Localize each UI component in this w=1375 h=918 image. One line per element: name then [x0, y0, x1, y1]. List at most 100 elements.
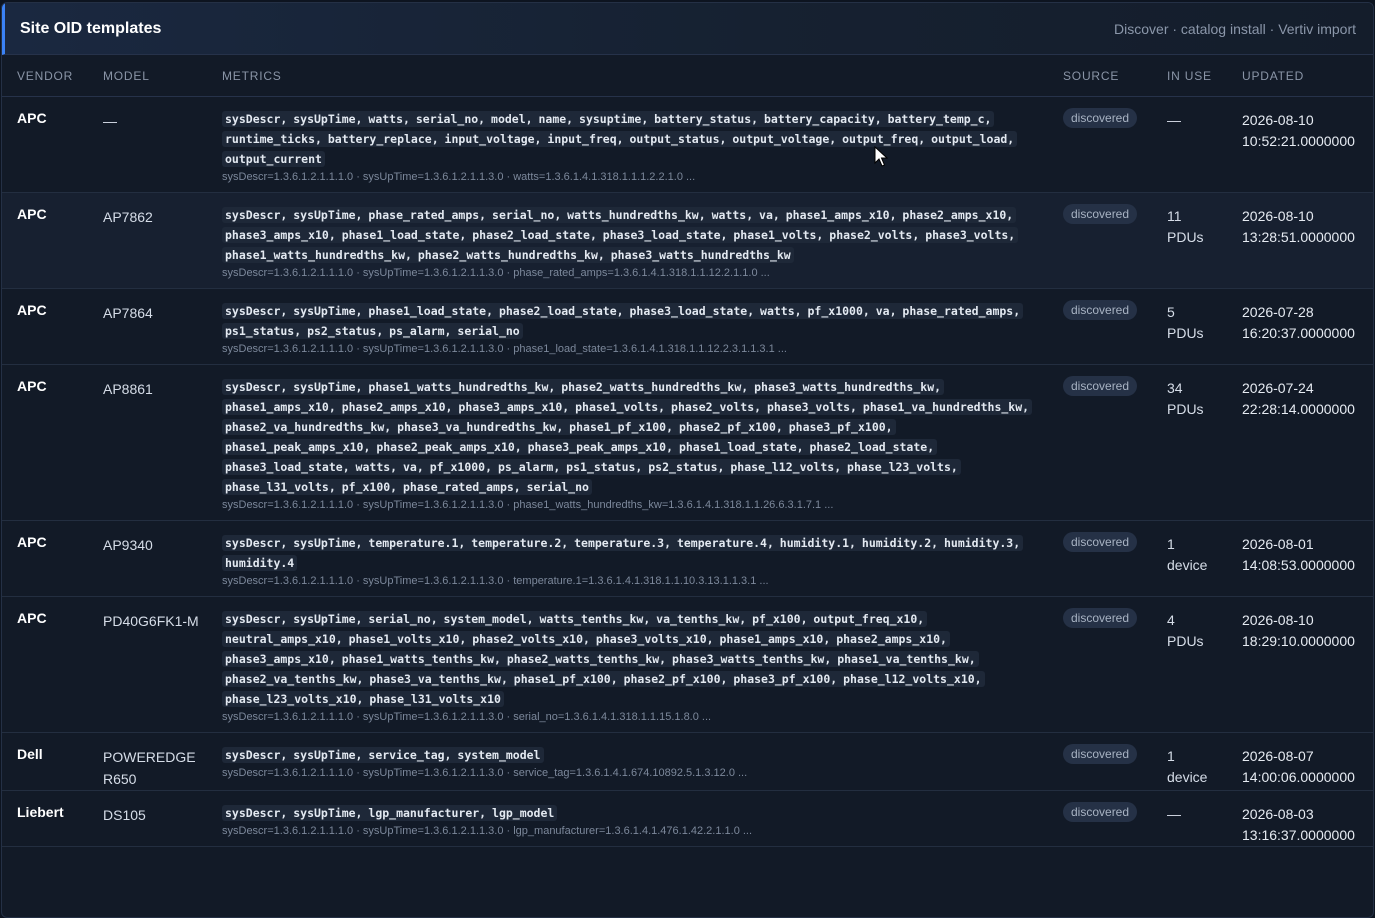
updated-cell: 2026-08-10 10:52:21.0000000	[1242, 97, 1373, 193]
updated-cell: 2026-08-01 14:08:53.0000000	[1242, 521, 1373, 597]
source-cell: discovered	[1063, 289, 1167, 365]
vendor-cell: APC	[17, 534, 47, 550]
metrics-list: sysDescr, sysUpTime, service_tag, system…	[222, 745, 1043, 765]
source-cell: discovered	[1063, 597, 1167, 733]
metrics-cell: sysDescr, sysUpTime, watts, serial_no, m…	[222, 97, 1063, 193]
updated-date: 2026-08-03	[1242, 806, 1314, 822]
panel-title: Site OID templates	[20, 19, 162, 37]
metrics-cell: sysDescr, sysUpTime, phase_rated_amps, s…	[222, 193, 1063, 289]
in-use-cell: —	[1167, 791, 1242, 847]
model-cell: AP7862	[103, 209, 153, 225]
vendor-cell: APC	[17, 206, 47, 222]
in-use-unit: PDUs	[1167, 229, 1204, 245]
in-use-count: 34	[1167, 380, 1183, 396]
source-cell: discovered	[1063, 733, 1167, 791]
column-header-in-use[interactable]: IN USE	[1167, 55, 1242, 97]
oid-templates-table: VENDOR MODEL METRICS SOURCE IN USE UPDAT…	[2, 55, 1373, 847]
table-row[interactable]: APC AP7862 sysDescr, sysUpTime, phase_rate…	[2, 192, 1373, 289]
oid-summary: sysDescr=1.3.6.1.2.1.1.1.0 · sysUpTime=1…	[222, 767, 748, 779]
source-cell: discovered	[1063, 791, 1167, 847]
updated-time: 16:20:37.0000000	[1242, 325, 1355, 341]
metrics-code: sysDescr, sysUpTime, phase1_watts_hundre…	[222, 379, 1033, 495]
table-row[interactable]: APC AP8861 sysDescr, sysUpTime, phase1_wat…	[2, 365, 1373, 521]
source-badge: discovered	[1063, 108, 1138, 128]
updated-cell: 2026-07-28 16:20:37.0000000	[1242, 289, 1373, 365]
in-use-cell: —	[1167, 97, 1242, 193]
metrics-list: sysDescr, sysUpTime, phase1_load_state, …	[222, 301, 1043, 341]
source-badge: discovered	[1063, 802, 1138, 822]
in-use-cell: 1 device	[1167, 521, 1242, 597]
updated-cell: 2026-08-10 18:29:10.0000000	[1242, 597, 1373, 733]
updated-time: 22:28:14.0000000	[1242, 401, 1355, 417]
in-use-cell: 4 PDUs	[1167, 597, 1242, 733]
table-header-row: VENDOR MODEL METRICS SOURCE IN USE UPDAT…	[2, 55, 1373, 97]
source-cell: discovered	[1063, 97, 1167, 193]
in-use-cell: 5 PDUs	[1167, 289, 1242, 365]
table-row[interactable]: APC PD40G6FK1-M sysDescr, sysUpTime, seria…	[2, 597, 1373, 733]
source-badge: discovered	[1063, 532, 1138, 552]
column-header-source[interactable]: SOURCE	[1063, 55, 1167, 97]
updated-time: 14:00:06.0000000	[1242, 769, 1355, 785]
metrics-list: sysDescr, sysUpTime, phase1_watts_hundre…	[222, 377, 1043, 497]
updated-date: 2026-07-28	[1242, 304, 1314, 320]
source-badge: discovered	[1063, 744, 1138, 764]
model-cell: DS105	[103, 807, 146, 823]
oid-summary: sysDescr=1.3.6.1.2.1.1.1.0 · sysUpTime=1…	[222, 499, 834, 511]
in-use-cell: 1 device	[1167, 733, 1242, 791]
updated-date: 2026-08-10	[1242, 208, 1314, 224]
in-use-count: —	[1167, 806, 1181, 822]
metrics-cell: sysDescr, sysUpTime, temperature.1, temp…	[222, 521, 1063, 597]
metrics-code: sysDescr, sysUpTime, lgp_manufacturer, l…	[222, 805, 558, 821]
updated-date: 2026-07-24	[1242, 380, 1314, 396]
vendor-cell: APC	[17, 110, 47, 126]
source-cell: discovered	[1063, 521, 1167, 597]
metrics-code: sysDescr, sysUpTime, watts, serial_no, m…	[222, 111, 1018, 167]
source-badge: discovered	[1063, 204, 1138, 224]
updated-date: 2026-08-10	[1242, 112, 1314, 128]
metrics-list: sysDescr, sysUpTime, serial_no, system_m…	[222, 609, 1043, 709]
table-row[interactable]: APC AP9340 sysDescr, sysUpTime, temperatur…	[2, 521, 1373, 597]
metrics-code: sysDescr, sysUpTime, phase1_load_state, …	[222, 303, 1024, 339]
metrics-code: sysDescr, sysUpTime, service_tag, system…	[222, 747, 544, 763]
model-cell: —	[103, 113, 117, 129]
metrics-list: sysDescr, sysUpTime, lgp_manufacturer, l…	[222, 803, 1043, 823]
table-row[interactable]: Liebert DS105 sysDescr, sysUpTime, lgp_man…	[2, 791, 1373, 847]
vendor-cell: APC	[17, 302, 47, 318]
in-use-unit: device	[1167, 769, 1208, 785]
updated-time: 14:08:53.0000000	[1242, 557, 1355, 573]
oid-summary: sysDescr=1.3.6.1.2.1.1.1.0 · sysUpTime=1…	[222, 825, 753, 837]
model-cell: PD40G6FK1-M	[103, 613, 199, 629]
source-cell: discovered	[1063, 365, 1167, 521]
source-badge: discovered	[1063, 608, 1138, 628]
table-row[interactable]: APC — sysDescr, sysUpTime, watts, serial_n…	[2, 97, 1373, 193]
in-use-count: —	[1167, 112, 1181, 128]
updated-time: 10:52:21.0000000	[1242, 133, 1355, 149]
updated-time: 13:28:51.0000000	[1242, 229, 1355, 245]
vendor-cell: APC	[17, 378, 47, 394]
column-header-model[interactable]: MODEL	[103, 55, 222, 97]
mouse-cursor-icon	[874, 146, 888, 167]
updated-date: 2026-08-01	[1242, 536, 1314, 552]
table-row[interactable]: APC AP7864 sysDescr, sysUpTime, phase1_loa…	[2, 289, 1373, 365]
in-use-cell: 34 PDUs	[1167, 365, 1242, 521]
metrics-list: sysDescr, sysUpTime, watts, serial_no, m…	[222, 109, 1043, 169]
metrics-cell: sysDescr, sysUpTime, serial_no, system_m…	[222, 597, 1063, 733]
vendor-cell: APC	[17, 610, 47, 626]
metrics-list: sysDescr, sysUpTime, temperature.1, temp…	[222, 533, 1043, 573]
column-header-metrics[interactable]: METRICS	[222, 55, 1063, 97]
source-badge: discovered	[1063, 300, 1138, 320]
in-use-count: 1	[1167, 536, 1175, 552]
updated-cell: 2026-08-03 13:16:37.0000000	[1242, 791, 1373, 847]
updated-cell: 2026-08-10 13:28:51.0000000	[1242, 193, 1373, 289]
oid-summary: sysDescr=1.3.6.1.2.1.1.1.0 · sysUpTime=1…	[222, 343, 787, 355]
source-badge: discovered	[1063, 376, 1138, 396]
model-cell: POWEREDGE R650	[103, 749, 196, 787]
table-row[interactable]: Dell POWEREDGE R650 sysDescr, sysUpTime, s…	[2, 733, 1373, 791]
column-header-updated[interactable]: UPDATED	[1242, 55, 1373, 97]
in-use-unit: device	[1167, 557, 1208, 573]
updated-time: 13:16:37.0000000	[1242, 827, 1355, 843]
oid-summary: sysDescr=1.3.6.1.2.1.1.1.0 · sysUpTime=1…	[222, 711, 712, 723]
oid-summary: sysDescr=1.3.6.1.2.1.1.1.0 · sysUpTime=1…	[222, 171, 696, 183]
updated-cell: 2026-08-07 14:00:06.0000000	[1242, 733, 1373, 791]
column-header-vendor[interactable]: VENDOR	[2, 55, 103, 97]
